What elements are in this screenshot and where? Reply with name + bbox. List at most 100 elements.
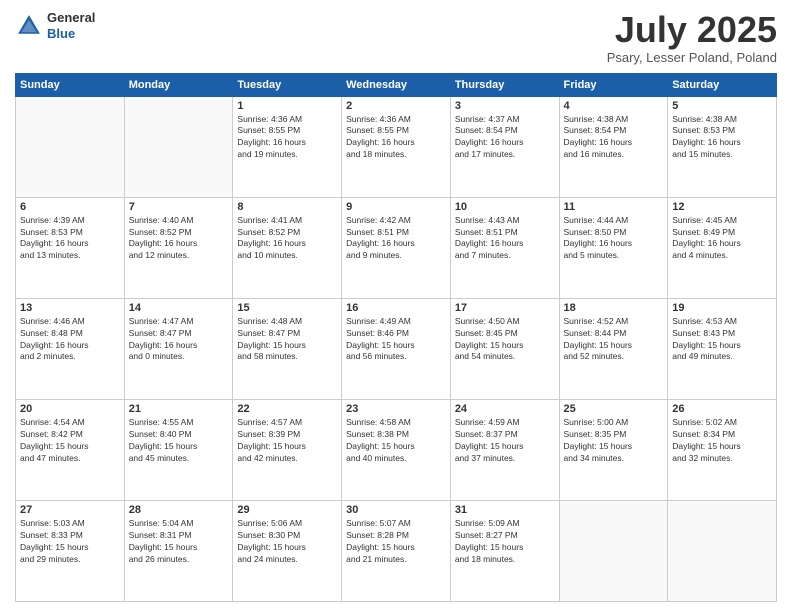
calendar-week-row: 13 Sunrise: 4:46 AM Sunset: 8:48 PM Dayli… <box>16 298 777 399</box>
calendar-cell <box>668 500 777 601</box>
day-info: Sunrise: 5:06 AM Sunset: 8:30 PM Dayligh… <box>237 518 337 566</box>
calendar-cell: 25 Sunrise: 5:00 AM Sunset: 8:35 PM Dayli… <box>559 399 668 500</box>
subtitle: Psary, Lesser Poland, Poland <box>607 50 777 65</box>
day-info: Sunrise: 4:50 AM Sunset: 8:45 PM Dayligh… <box>455 316 555 364</box>
day-number: 28 <box>129 504 229 516</box>
header: General Blue July 2025 Psary, Lesser Pol… <box>15 10 777 65</box>
day-info: Sunrise: 4:45 AM Sunset: 8:49 PM Dayligh… <box>672 215 772 263</box>
calendar-header-cell: Tuesday <box>233 73 342 96</box>
calendar-cell: 15 Sunrise: 4:48 AM Sunset: 8:47 PM Dayli… <box>233 298 342 399</box>
calendar-cell: 20Sunrise: 4:54 AM Sunset: 8:42 PM Dayli… <box>16 399 125 500</box>
calendar-cell: 7Sunrise: 4:40 AM Sunset: 8:52 PM Daylig… <box>124 197 233 298</box>
day-number: 17 <box>455 302 555 314</box>
day-info: Sunrise: 4:53 AM Sunset: 8:43 PM Dayligh… <box>672 316 772 364</box>
day-info: Sunrise: 4:55 AM Sunset: 8:40 PM Dayligh… <box>129 417 229 465</box>
calendar-cell: 31Sunrise: 5:09 AM Sunset: 8:27 PM Dayli… <box>450 500 559 601</box>
logo: General Blue <box>15 10 95 41</box>
calendar-cell: 19 Sunrise: 4:53 AM Sunset: 8:43 PM Dayli… <box>668 298 777 399</box>
calendar-cell: 11 Sunrise: 4:44 AM Sunset: 8:50 PM Dayli… <box>559 197 668 298</box>
day-number: 2 <box>346 100 446 112</box>
calendar-cell: 12 Sunrise: 4:45 AM Sunset: 8:49 PM Dayli… <box>668 197 777 298</box>
day-number: 12 <box>672 201 772 213</box>
calendar-cell <box>559 500 668 601</box>
day-number: 27 <box>20 504 120 516</box>
day-info: Sunrise: 4:48 AM Sunset: 8:47 PM Dayligh… <box>237 316 337 364</box>
day-info: Sunrise: 4:39 AM Sunset: 8:53 PM Dayligh… <box>20 215 120 263</box>
day-info: Sunrise: 4:59 AM Sunset: 8:37 PM Dayligh… <box>455 417 555 465</box>
day-info: Sunrise: 5:00 AM Sunset: 8:35 PM Dayligh… <box>564 417 664 465</box>
day-number: 18 <box>564 302 664 314</box>
day-number: 10 <box>455 201 555 213</box>
day-number: 11 <box>564 201 664 213</box>
calendar-header-cell: Saturday <box>668 73 777 96</box>
calendar-cell: 5Sunrise: 4:38 AM Sunset: 8:53 PM Daylig… <box>668 96 777 197</box>
title-block: July 2025 Psary, Lesser Poland, Poland <box>607 10 777 65</box>
calendar-week-row: 1 Sunrise: 4:36 AM Sunset: 8:55 PM Daylig… <box>16 96 777 197</box>
day-number: 16 <box>346 302 446 314</box>
day-number: 19 <box>672 302 772 314</box>
day-info: Sunrise: 4:44 AM Sunset: 8:50 PM Dayligh… <box>564 215 664 263</box>
logo-general: General <box>47 10 95 26</box>
calendar-cell: 8 Sunrise: 4:41 AM Sunset: 8:52 PM Daylig… <box>233 197 342 298</box>
calendar-body: 1 Sunrise: 4:36 AM Sunset: 8:55 PM Daylig… <box>16 96 777 601</box>
day-info: Sunrise: 4:43 AM Sunset: 8:51 PM Dayligh… <box>455 215 555 263</box>
calendar-cell: 29 Sunrise: 5:06 AM Sunset: 8:30 PM Dayli… <box>233 500 342 601</box>
day-info: Sunrise: 4:38 AM Sunset: 8:54 PM Dayligh… <box>564 114 664 162</box>
day-number: 21 <box>129 403 229 415</box>
day-info: Sunrise: 4:36 AM Sunset: 8:55 PM Dayligh… <box>346 114 446 162</box>
day-number: 14 <box>129 302 229 314</box>
calendar-header-row: SundayMondayTuesdayWednesdayThursdayFrid… <box>16 73 777 96</box>
calendar-cell: 4 Sunrise: 4:38 AM Sunset: 8:54 PM Daylig… <box>559 96 668 197</box>
day-info: Sunrise: 4:47 AM Sunset: 8:47 PM Dayligh… <box>129 316 229 364</box>
calendar-cell: 13 Sunrise: 4:46 AM Sunset: 8:48 PM Dayli… <box>16 298 125 399</box>
calendar-cell: 18Sunrise: 4:52 AM Sunset: 8:44 PM Dayli… <box>559 298 668 399</box>
calendar-header-cell: Thursday <box>450 73 559 96</box>
calendar-header-cell: Sunday <box>16 73 125 96</box>
day-number: 25 <box>564 403 664 415</box>
day-number: 8 <box>237 201 337 213</box>
day-info: Sunrise: 5:04 AM Sunset: 8:31 PM Dayligh… <box>129 518 229 566</box>
day-info: Sunrise: 4:58 AM Sunset: 8:38 PM Dayligh… <box>346 417 446 465</box>
day-number: 15 <box>237 302 337 314</box>
day-info: Sunrise: 4:46 AM Sunset: 8:48 PM Dayligh… <box>20 316 120 364</box>
calendar-cell: 21 Sunrise: 4:55 AM Sunset: 8:40 PM Dayli… <box>124 399 233 500</box>
calendar-cell: 23 Sunrise: 4:58 AM Sunset: 8:38 PM Dayli… <box>342 399 451 500</box>
calendar-cell: 14 Sunrise: 4:47 AM Sunset: 8:47 PM Dayli… <box>124 298 233 399</box>
day-info: Sunrise: 4:40 AM Sunset: 8:52 PM Dayligh… <box>129 215 229 263</box>
calendar-cell: 26Sunrise: 5:02 AM Sunset: 8:34 PM Dayli… <box>668 399 777 500</box>
day-number: 29 <box>237 504 337 516</box>
day-number: 1 <box>237 100 337 112</box>
calendar-cell: 16 Sunrise: 4:49 AM Sunset: 8:46 PM Dayli… <box>342 298 451 399</box>
day-info: Sunrise: 4:54 AM Sunset: 8:42 PM Dayligh… <box>20 417 120 465</box>
calendar-cell: 24 Sunrise: 4:59 AM Sunset: 8:37 PM Dayli… <box>450 399 559 500</box>
day-number: 5 <box>672 100 772 112</box>
calendar-cell: 2 Sunrise: 4:36 AM Sunset: 8:55 PM Daylig… <box>342 96 451 197</box>
calendar-cell: 28 Sunrise: 5:04 AM Sunset: 8:31 PM Dayli… <box>124 500 233 601</box>
day-number: 3 <box>455 100 555 112</box>
day-info: Sunrise: 5:09 AM Sunset: 8:27 PM Dayligh… <box>455 518 555 566</box>
day-number: 22 <box>237 403 337 415</box>
day-info: Sunrise: 4:36 AM Sunset: 8:55 PM Dayligh… <box>237 114 337 162</box>
main-title: July 2025 <box>607 10 777 50</box>
page: General Blue July 2025 Psary, Lesser Pol… <box>0 0 792 612</box>
day-number: 6 <box>20 201 120 213</box>
day-info: Sunrise: 4:49 AM Sunset: 8:46 PM Dayligh… <box>346 316 446 364</box>
day-info: Sunrise: 4:37 AM Sunset: 8:54 PM Dayligh… <box>455 114 555 162</box>
day-info: Sunrise: 5:03 AM Sunset: 8:33 PM Dayligh… <box>20 518 120 566</box>
calendar-week-row: 6 Sunrise: 4:39 AM Sunset: 8:53 PM Daylig… <box>16 197 777 298</box>
calendar-cell <box>124 96 233 197</box>
calendar-cell <box>16 96 125 197</box>
calendar-header-cell: Wednesday <box>342 73 451 96</box>
day-number: 9 <box>346 201 446 213</box>
day-number: 23 <box>346 403 446 415</box>
day-info: Sunrise: 4:41 AM Sunset: 8:52 PM Dayligh… <box>237 215 337 263</box>
day-number: 13 <box>20 302 120 314</box>
day-number: 30 <box>346 504 446 516</box>
day-number: 24 <box>455 403 555 415</box>
calendar-header-cell: Monday <box>124 73 233 96</box>
day-number: 26 <box>672 403 772 415</box>
calendar-cell: 27 Sunrise: 5:03 AM Sunset: 8:33 PM Dayli… <box>16 500 125 601</box>
day-number: 4 <box>564 100 664 112</box>
day-info: Sunrise: 5:07 AM Sunset: 8:28 PM Dayligh… <box>346 518 446 566</box>
day-info: Sunrise: 4:57 AM Sunset: 8:39 PM Dayligh… <box>237 417 337 465</box>
